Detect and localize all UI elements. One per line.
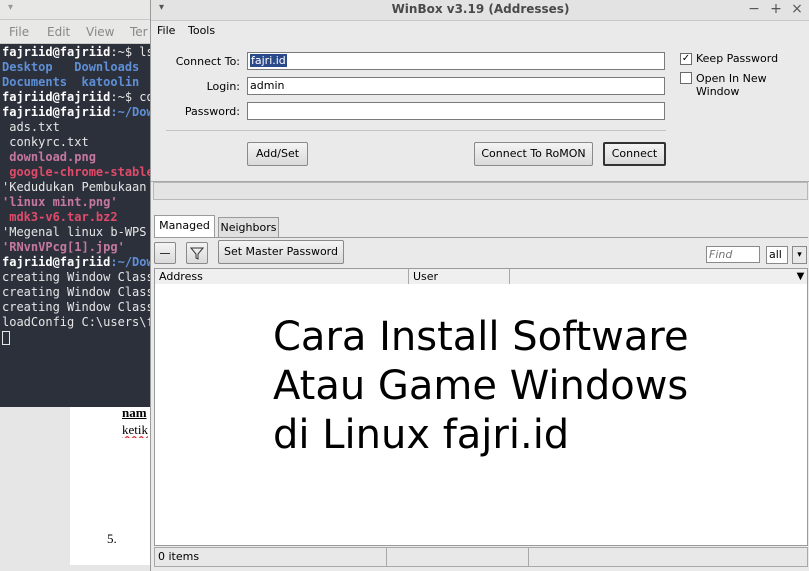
status-bar: 0 items — [154, 547, 808, 567]
connect-to-value: fajri.id — [250, 54, 287, 67]
terminal-line: Documents katoolin — [2, 75, 139, 90]
open-new-window-checkbox[interactable] — [680, 72, 692, 84]
terminal-line: download.png — [2, 150, 96, 165]
column-user[interactable]: User — [409, 269, 510, 284]
terminal-text: Documents katoolin — [2, 75, 140, 89]
document-text-line: ketik — [122, 422, 148, 437]
winbox-window[interactable]: ▾ WinBox v3.19 (Addresses) − + × File To… — [150, 0, 809, 571]
window-menu-icon[interactable]: ▾ — [8, 2, 13, 13]
status-cell — [387, 548, 529, 566]
terminal-text: :~/Dow — [110, 255, 154, 269]
terminal-text: fajriid@fajriid — [2, 255, 111, 269]
keep-password-label: Keep Password — [696, 52, 779, 65]
column-address[interactable]: Address — [155, 269, 409, 284]
column-header: Address User ▼ — [154, 268, 808, 285]
terminal-text: ads.txt — [2, 120, 60, 134]
terminal-line: fajriid@fajriid:~$ ls — [2, 45, 154, 60]
terminal-text: creating Window Class — [2, 270, 154, 284]
connect-romon-button[interactable]: Connect To RoMON — [474, 142, 593, 166]
terminal-text: fajriid@fajriid — [2, 45, 111, 59]
menu-tools[interactable]: Tools — [188, 24, 215, 37]
terminal-line: 'linux mint.png' — [2, 195, 118, 210]
terminal-line: conkyrc.txt — [2, 135, 89, 150]
terminal-line: loadConfig C:\users\f — [2, 315, 154, 330]
open-new-window-label: Open In New Window — [696, 72, 767, 98]
terminal-text: 'Megenal linux b-WPS — [2, 225, 147, 239]
filter-dropdown-arrow[interactable]: ▾ — [792, 246, 807, 264]
terminal-text: :~/Dow — [110, 105, 154, 119]
document-list-number: 5. — [107, 531, 117, 546]
terminal-text: :~$ cd — [110, 90, 154, 104]
terminal-line: creating Window Class — [2, 270, 154, 285]
terminal-text: loadConfig C:\users\f — [2, 315, 154, 329]
tab-neighbors[interactable]: Neighbors — [218, 217, 279, 237]
document-page: nam ketik 5. — [70, 405, 160, 565]
terminal-line: Desktop Downloads — [2, 60, 139, 75]
minimize-icon[interactable]: − — [746, 1, 762, 17]
terminal-line: google-chrome-stable — [2, 165, 154, 180]
password-label: Password: — [184, 105, 240, 118]
terminal-cursor — [2, 331, 10, 345]
winbox-titlebar[interactable]: ▾ WinBox v3.19 (Addresses) − + × — [151, 0, 809, 21]
connect-button[interactable]: Connect — [603, 142, 666, 166]
add-set-button[interactable]: Add/Set — [247, 142, 308, 166]
terminal-text: 'RNvnVPcg[1].jpg' — [2, 240, 125, 254]
terminal-line: ads.txt — [2, 120, 60, 135]
terminal-line: fajriid@fajriid:~/Dow — [2, 255, 154, 270]
login-field[interactable]: admin — [247, 77, 665, 95]
terminal-text: google-chrome-stable — [2, 165, 154, 179]
terminal-text: creating Window Class — [2, 300, 154, 314]
filter-select[interactable]: all — [766, 246, 788, 264]
tab-managed[interactable]: Managed — [154, 215, 215, 237]
minus-icon — [160, 253, 170, 254]
terminal-text: fajriid@fajriid — [2, 90, 111, 104]
terminal-line: creating Window Class — [2, 300, 154, 315]
login-label: Login: — [206, 80, 240, 93]
terminal-menu-terminal[interactable]: Ter — [130, 25, 148, 39]
window-title: WinBox v3.19 (Addresses) — [391, 2, 570, 16]
terminal-line: mdk3-v6.tar.bz2 — [2, 210, 118, 225]
terminal-line: fajriid@fajriid:~$ cd — [2, 90, 154, 105]
terminal-line: 'RNvnVPcg[1].jpg' — [2, 240, 125, 255]
terminal-menubar: File Edit View Ter — [0, 20, 159, 44]
find-input[interactable] — [706, 246, 760, 263]
winbox-menubar: File Tools — [151, 21, 809, 41]
document-text-line: nam — [122, 405, 147, 420]
splitter-bar[interactable] — [153, 182, 808, 200]
terminal-text: fajriid@fajriid — [2, 105, 111, 119]
connect-to-label: Connect To: — [175, 55, 240, 68]
terminal-titlebar[interactable]: ▾ — [0, 0, 159, 20]
terminal-text: 'linux mint.png' — [2, 195, 118, 209]
terminal-text: Desktop Downloads — [2, 60, 140, 74]
status-item-count: 0 items — [155, 548, 387, 566]
terminal-text: creating Window Class — [2, 285, 154, 299]
terminal-text: :~$ ls — [110, 45, 154, 59]
menu-file[interactable]: File — [157, 24, 175, 37]
set-master-password-button[interactable]: Set Master Password — [218, 240, 344, 264]
terminal-line: 'Kedudukan Pembukaan — [2, 180, 147, 195]
terminal-line: creating Window Class — [2, 285, 154, 300]
terminal-menu-edit[interactable]: Edit — [47, 25, 70, 39]
keep-password-checkbox[interactable]: ✓ — [680, 53, 692, 65]
terminal-line: 'Megenal linux b-WPS — [2, 225, 147, 240]
terminal-window[interactable]: ▾ File Edit View Ter fajriid@fajriid:~$ … — [0, 0, 160, 407]
remove-button[interactable] — [154, 242, 176, 264]
password-field[interactable] — [247, 102, 665, 120]
terminal-text: 'Kedudukan Pembukaan — [2, 180, 147, 194]
filter-button[interactable] — [186, 242, 208, 264]
overlay-caption: Cara Install Software Atau Game Windows … — [273, 314, 689, 458]
filter-icon — [189, 247, 205, 260]
connect-to-field[interactable]: fajri.id — [247, 52, 665, 70]
column-options-icon[interactable]: ▼ — [793, 269, 808, 284]
terminal-text: mdk3-v6.tar.bz2 — [2, 210, 118, 224]
close-icon[interactable]: × — [789, 1, 805, 17]
maximize-icon[interactable]: + — [768, 1, 784, 17]
terminal-text: download.png — [2, 150, 96, 164]
terminal-line: fajriid@fajriid:~/Dow — [2, 105, 154, 120]
terminal-text: conkyrc.txt — [2, 135, 89, 149]
form-divider — [166, 130, 666, 131]
tab-baseline — [154, 237, 808, 238]
terminal-menu-view[interactable]: View — [86, 25, 114, 39]
terminal-menu-file[interactable]: File — [9, 25, 29, 39]
